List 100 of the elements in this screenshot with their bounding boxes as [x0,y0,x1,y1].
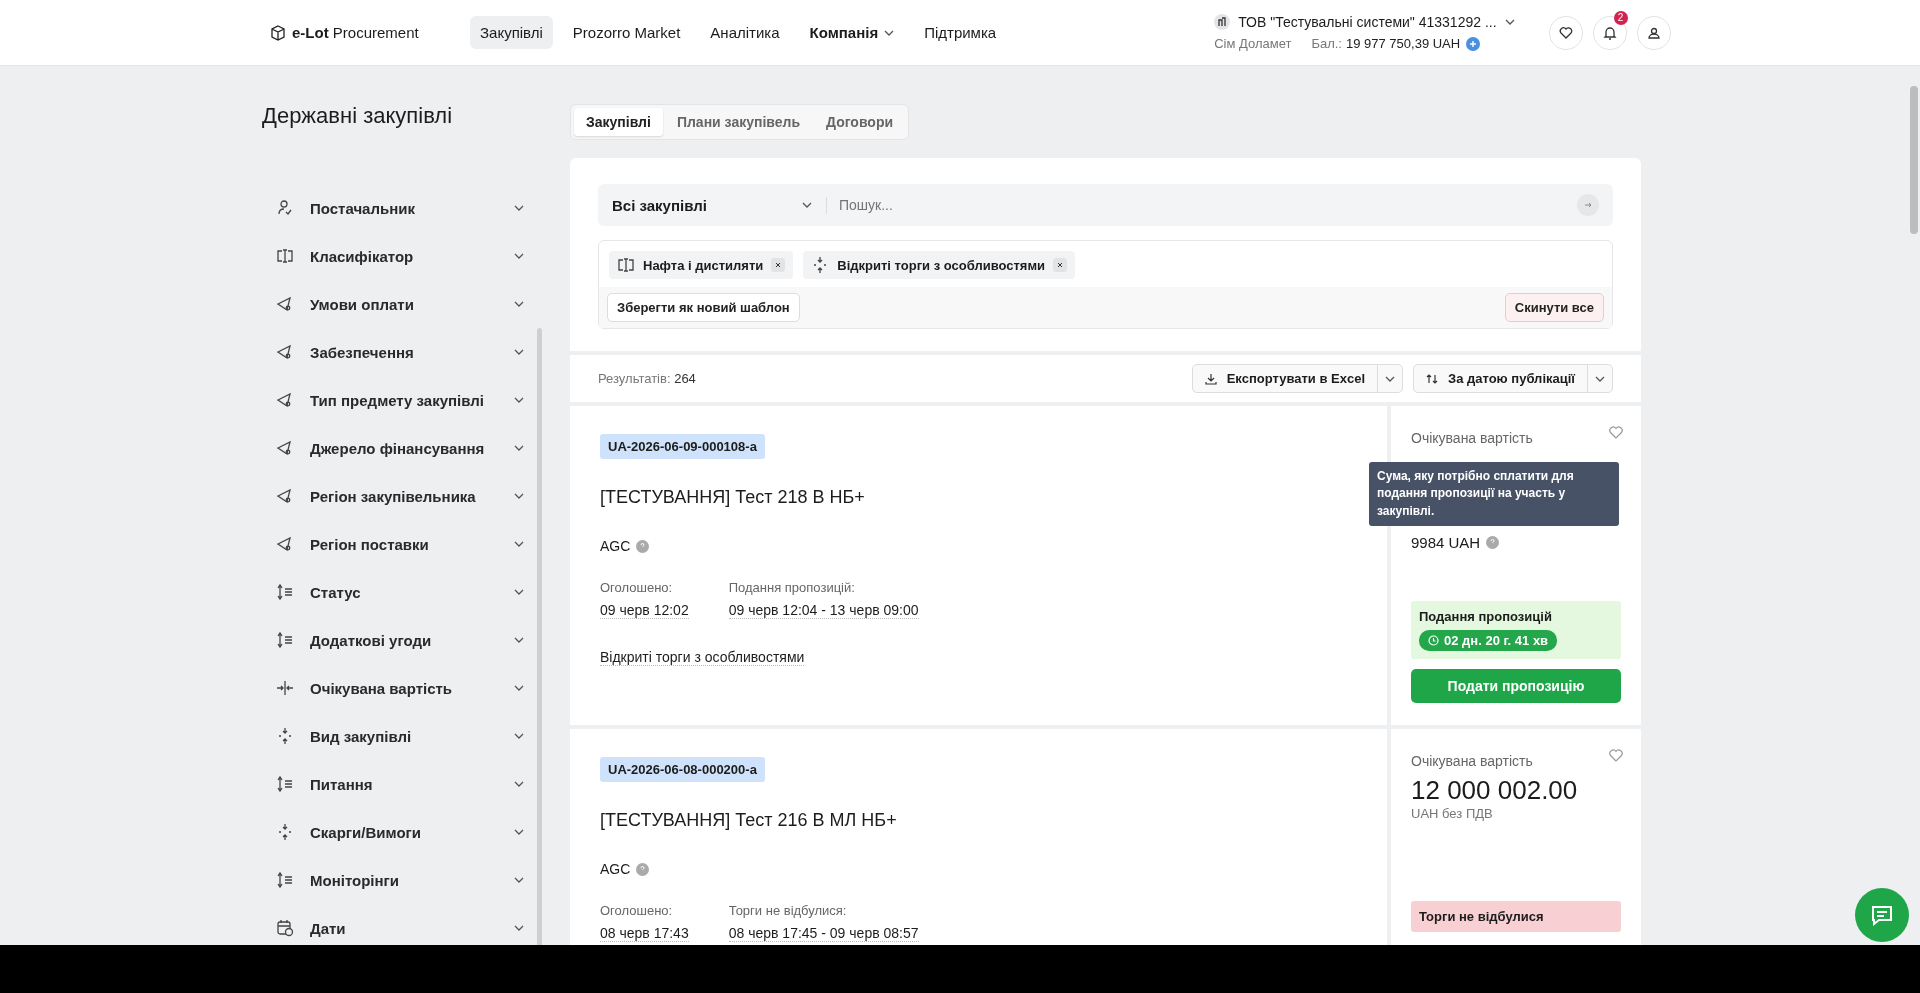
filter-item[interactable]: Скарги/Вимоги [262,808,544,856]
plus-icon[interactable] [1466,36,1481,51]
arrow-right-icon [1584,201,1592,209]
page-title: Державні закупівлі [262,103,454,130]
date-label: Оголошено: [600,580,674,595]
filter-item[interactable]: Умови оплати [262,280,544,328]
chevron-down-icon [514,685,524,691]
user-name: Сім Доламет [1214,36,1292,51]
search-submit-button[interactable] [1577,194,1599,216]
logo-text[interactable]: e-Lot Procurement [292,24,419,41]
close-icon [775,262,782,268]
filter-item[interactable]: Тип предмету закупівлі [262,376,544,424]
sidebar-scrollbar[interactable] [537,328,542,945]
sort-arrows-icon [1426,372,1438,385]
bell-icon [1602,25,1617,40]
caret-icon [1504,19,1515,25]
filter-item[interactable]: Класифікатор [262,232,544,280]
clock-icon [1428,635,1439,646]
tab[interactable]: Закупівлі [574,108,663,136]
status-label: Подання пропозицій [1419,609,1553,624]
filter-item[interactable]: Дати [262,904,544,945]
sort-list-icon [276,583,294,601]
filter-item[interactable]: Моніторінги [262,856,544,904]
user-icon [1646,25,1661,40]
value-label: Очікувана вартість [1411,430,1534,446]
chevron-down-icon [514,589,524,595]
scope-dropdown[interactable]: Всі закупівлі [612,196,827,214]
heart-icon [1558,25,1573,40]
countdown-badge: 02 дн. 20 г. 41 хв [1419,630,1558,651]
date-value: 09 черв 12:02 [600,602,689,619]
value-amount: 12 000 002.00 [1411,775,1579,806]
filter-chip[interactable]: Відкриті торги з особливостями [803,251,1076,279]
chevron-down-icon [514,637,524,643]
tender-id-badge[interactable]: UA-2026-06-09-000108-a [600,434,765,459]
chat-icon [1870,904,1894,926]
sort-list-icon [276,631,294,649]
help-icon[interactable] [1486,536,1500,549]
caret-icon [1595,375,1605,382]
filter-item[interactable]: Питання [262,760,544,808]
filter-item[interactable]: Вид закупівлі [262,712,544,760]
date-label: Подання пропозицій: [728,580,856,595]
download-icon [1204,372,1217,385]
nav-link[interactable]: Компанія [799,16,905,49]
filter-item[interactable]: Джерело фінансування [262,424,544,472]
reset-button[interactable]: Скинути все [1504,293,1604,322]
date-label: Торги не відбулися: [728,903,848,918]
company-name[interactable]: ТОВ "Тестувальні системи" 41331292 ... [1238,14,1497,30]
balance-amount: 19 977 750,39 UAH [1346,36,1461,51]
remove-chip-button[interactable] [771,258,786,272]
chevron-down-icon [514,925,524,931]
filter-item[interactable]: Постачальник [262,184,544,232]
chat-button[interactable] [1855,888,1909,942]
tag-icon [276,487,294,505]
bracket-icon [617,256,635,274]
search-bar[interactable]: Всі закупівлі Пошук... [598,184,1613,226]
chevron-down-icon [802,202,812,208]
profile-button[interactable] [1636,15,1671,50]
nav-link[interactable]: Закупівлі [470,16,553,49]
heart-icon[interactable] [1609,426,1623,439]
save-template-button[interactable]: Зберегти як новий шаблон [607,293,800,322]
organizer-name: AGC [600,861,631,877]
date-value: 08 черв 17:45 - 09 черв 08:57 [728,925,919,942]
filter-item[interactable]: Забезпечення [262,328,544,376]
sort-list-icon [276,775,294,793]
help-icon[interactable] [636,862,650,876]
nav-link[interactable]: Prozorro Market [562,16,691,49]
caret-icon [1385,375,1395,382]
caret-icon [884,29,895,36]
help-icon[interactable] [636,539,650,553]
chevron-down-icon [514,445,524,451]
tab[interactable]: Плани закупівель [664,108,812,136]
chevron-down-icon [514,829,524,835]
date-label: Оголошено: [600,903,674,918]
nav-link[interactable]: Підтримка [914,16,1007,49]
filter-item[interactable]: Регіон поставки [262,520,544,568]
tab[interactable]: Договори [814,108,906,136]
filter-item[interactable]: Регіон закупівельника [262,472,544,520]
notification-count: 2 [1613,10,1628,25]
tender-title[interactable]: [ТЕСТУВАННЯ] Тест 216 В МЛ НБ+ [600,810,1357,831]
chevron-down-icon [514,205,524,211]
filter-chip[interactable]: Нафта і дистиляти [609,251,794,279]
chevron-down-icon [514,781,524,787]
date-value: 09 черв 12:04 - 13 черв 09:00 [728,602,919,619]
heart-icon[interactable] [1609,749,1623,762]
chevron-down-icon [514,733,524,739]
date-value: 08 черв 17:43 [600,925,689,942]
building-icon [1214,14,1231,30]
calendar-clock-icon [276,919,294,937]
tag-icon [276,535,294,553]
tender-title[interactable]: [ТЕСТУВАННЯ] Тест 218 В НБ+ [600,487,1357,508]
tender-id-badge[interactable]: UA-2026-06-08-000200-a [600,757,765,782]
remove-chip-button[interactable] [1053,258,1068,272]
favorites-button[interactable] [1548,15,1583,50]
filter-item[interactable]: Очікувана вартість [262,664,544,712]
filter-item[interactable]: Статус [262,568,544,616]
fee-amount: 9984 UAH [1411,534,1481,551]
tooltip: Сума, яку потрібно сплатити для подання пропозиції на участь у закупівлі. [1369,462,1619,527]
filter-item[interactable]: Додаткові угоди [262,616,544,664]
page-scrollbar[interactable] [1910,86,1918,234]
nav-link[interactable]: Аналітика [700,16,790,49]
